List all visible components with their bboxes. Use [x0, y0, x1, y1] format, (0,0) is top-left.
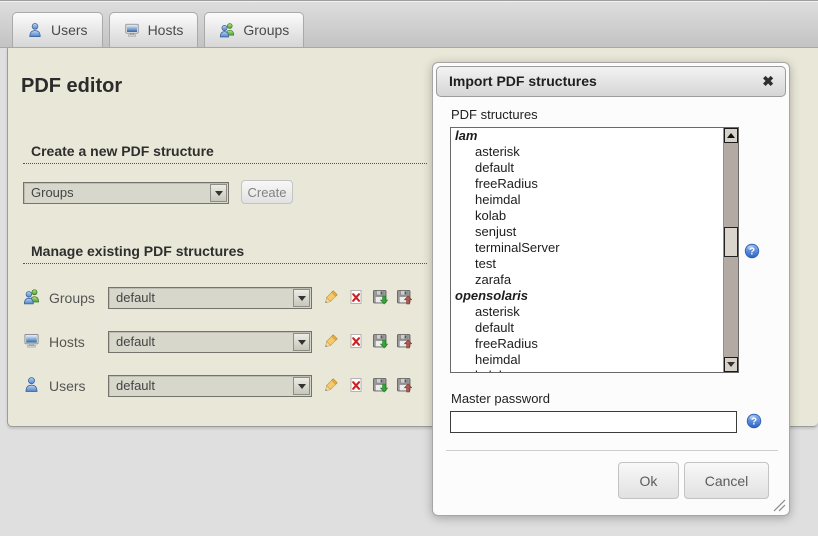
group-icon	[219, 22, 235, 38]
export-icon[interactable]	[372, 289, 388, 305]
tab-bar: Users Hosts Groups	[0, 0, 818, 48]
pdf-structures-listbox[interactable]: lam asterisk default freeRadius heimdal …	[450, 127, 739, 373]
import-icon[interactable]	[396, 289, 412, 305]
manage-row-label-hosts: Hosts	[49, 331, 85, 353]
scrollbar[interactable]	[723, 128, 738, 372]
scrollbar-thumb[interactable]	[724, 227, 738, 257]
edit-icon[interactable]	[323, 289, 339, 305]
user-icon	[27, 22, 43, 38]
manage-row-label-users: Users	[49, 375, 86, 397]
export-icon[interactable]	[372, 377, 388, 393]
list-item[interactable]: kolab	[451, 368, 724, 373]
tab-users[interactable]: Users	[12, 12, 103, 47]
svg-text:?: ?	[749, 247, 755, 258]
tab-label: Users	[51, 22, 88, 38]
hosts-structure-select-value: default	[116, 334, 155, 349]
dialog-titlebar[interactable]: Import PDF structures ✖	[436, 66, 786, 97]
users-structure-select[interactable]: default	[108, 375, 312, 397]
list-item[interactable]: terminalServer	[451, 240, 724, 256]
users-structure-select-value: default	[116, 378, 155, 393]
host-icon	[23, 332, 40, 349]
delete-icon[interactable]	[348, 377, 364, 393]
scroll-down-icon[interactable]	[724, 357, 738, 372]
structure-type-select-value: Groups	[31, 185, 74, 200]
tab-label: Hosts	[148, 22, 184, 38]
pdf-structures-label: PDF structures	[451, 107, 538, 122]
chevron-down-icon[interactable]	[293, 289, 310, 307]
ok-button[interactable]: Ok	[618, 462, 679, 499]
help-icon[interactable]: ?	[746, 413, 762, 429]
delete-icon[interactable]	[348, 333, 364, 349]
import-icon[interactable]	[396, 333, 412, 349]
list-item[interactable]: freeRadius	[451, 336, 724, 352]
list-item[interactable]: default	[451, 320, 724, 336]
list-category: lam	[451, 128, 724, 144]
user-icon	[23, 376, 40, 393]
list-item[interactable]: heimdal	[451, 352, 724, 368]
page-title: PDF editor	[21, 75, 122, 98]
manage-row-label-groups: Groups	[49, 287, 95, 309]
host-icon	[124, 22, 140, 38]
list-item[interactable]: senjust	[451, 224, 724, 240]
help-icon[interactable]: ?	[744, 243, 760, 259]
group-icon	[23, 288, 40, 305]
list-item[interactable]: kolab	[451, 208, 724, 224]
manage-section-heading: Manage existing PDF structures	[23, 243, 427, 264]
create-section-heading: Create a new PDF structure	[23, 143, 427, 164]
close-icon[interactable]: ✖	[762, 67, 774, 96]
chevron-down-icon[interactable]	[293, 333, 310, 351]
list-category: opensolaris	[451, 288, 724, 304]
list-item[interactable]: zarafa	[451, 272, 724, 288]
pdf-editor-page: { "tabs": [ { "label": "Users", "icon": …	[0, 0, 818, 536]
structure-type-select[interactable]: Groups	[23, 182, 229, 204]
edit-icon[interactable]	[323, 377, 339, 393]
master-password-input[interactable]	[450, 411, 737, 433]
groups-structure-select[interactable]: default	[108, 287, 312, 309]
tab-label: Groups	[243, 22, 289, 38]
chevron-down-icon[interactable]	[210, 184, 227, 202]
import-pdf-structures-dialog: Import PDF structures ✖ PDF structures l…	[432, 62, 790, 516]
master-password-label: Master password	[451, 391, 550, 406]
import-icon[interactable]	[396, 377, 412, 393]
pdf-structures-list: lam asterisk default freeRadius heimdal …	[451, 128, 724, 373]
list-item[interactable]: freeRadius	[451, 176, 724, 192]
list-item[interactable]: asterisk	[451, 304, 724, 320]
create-button[interactable]: Create	[241, 180, 293, 204]
edit-icon[interactable]	[323, 333, 339, 349]
list-item[interactable]: asterisk	[451, 144, 724, 160]
tab-hosts[interactable]: Hosts	[109, 12, 199, 47]
delete-icon[interactable]	[348, 289, 364, 305]
dialog-title: Import PDF structures	[449, 73, 597, 89]
hosts-structure-select[interactable]: default	[108, 331, 312, 353]
svg-text:?: ?	[751, 417, 757, 428]
chevron-down-icon[interactable]	[293, 377, 310, 395]
resize-handle[interactable]	[773, 499, 786, 512]
groups-structure-select-value: default	[116, 290, 155, 305]
export-icon[interactable]	[372, 333, 388, 349]
tab-groups[interactable]: Groups	[204, 12, 304, 47]
list-item[interactable]: test	[451, 256, 724, 272]
list-item[interactable]: default	[451, 160, 724, 176]
cancel-button[interactable]: Cancel	[684, 462, 769, 499]
dialog-separator	[446, 450, 778, 451]
scroll-up-icon[interactable]	[724, 128, 738, 143]
list-item[interactable]: heimdal	[451, 192, 724, 208]
